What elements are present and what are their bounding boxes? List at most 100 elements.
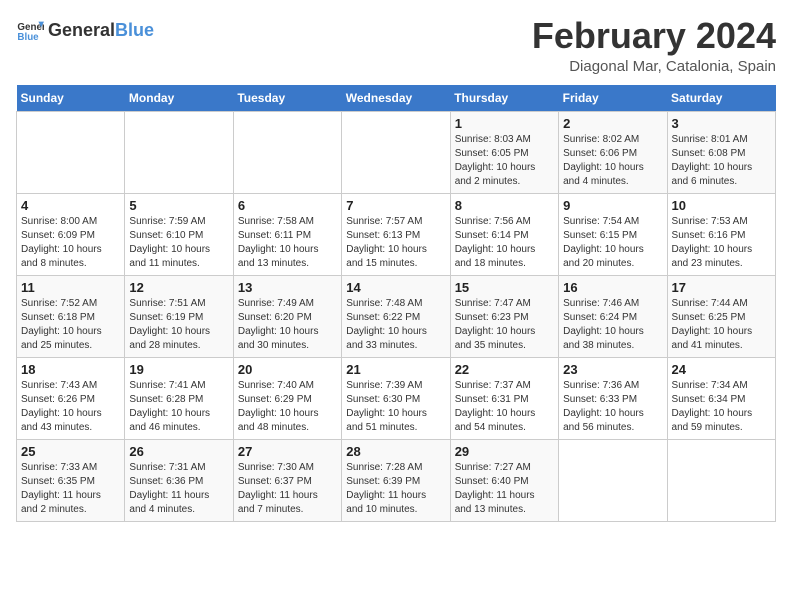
day-info: Sunrise: 7:49 AM Sunset: 6:20 PM Dayligh… [238,297,337,353]
day-cell [559,439,667,521]
column-header-sunday: Sunday [17,85,125,112]
day-number: 23 [563,362,662,377]
day-cell: 14Sunrise: 7:48 AM Sunset: 6:22 PM Dayli… [342,275,450,357]
day-info: Sunrise: 7:52 AM Sunset: 6:18 PM Dayligh… [21,297,120,353]
day-cell [342,111,450,193]
day-cell: 24Sunrise: 7:34 AM Sunset: 6:34 PM Dayli… [667,357,775,439]
day-info: Sunrise: 8:01 AM Sunset: 6:08 PM Dayligh… [672,133,771,189]
day-number: 29 [455,444,554,459]
day-number: 19 [129,362,228,377]
day-info: Sunrise: 8:02 AM Sunset: 6:06 PM Dayligh… [563,133,662,189]
day-cell: 28 Sunrise: 7:28 AM Sunset: 6:39 PM Dayli… [342,439,450,521]
day-cell: 29 Sunrise: 7:27 AM Sunset: 6:40 PM Dayli… [450,439,558,521]
calendar-table: SundayMondayTuesdayWednesdayThursdayFrid… [16,85,776,522]
day-cell [125,111,233,193]
day-cell: 26Sunrise: 7:31 AM Sunset: 6:36 PM Dayli… [125,439,233,521]
day-cell: 9Sunrise: 7:54 AM Sunset: 6:15 PM Daylig… [559,193,667,275]
day-info: Sunrise: 7:53 AM Sunset: 6:16 PM Dayligh… [672,215,771,271]
day-number: 18 [21,362,120,377]
day-number: 25 [21,444,120,459]
day-cell: 6Sunrise: 7:58 AM Sunset: 6:11 PM Daylig… [233,193,341,275]
day-info: Sunrise: 7:57 AM Sunset: 6:13 PM Dayligh… [346,215,445,271]
day-info: Sunrise: 7:28 AM Sunset: 6:39 PM Dayligh… [346,461,445,517]
day-number: 28 [346,444,445,459]
day-number: 16 [563,280,662,295]
day-info: Sunrise: 7:31 AM Sunset: 6:36 PM Dayligh… [129,461,228,517]
column-header-friday: Friday [559,85,667,112]
day-cell: 3 Sunrise: 8:01 AM Sunset: 6:08 PM Daylig… [667,111,775,193]
day-info: Sunrise: 7:51 AM Sunset: 6:19 PM Dayligh… [129,297,228,353]
column-header-wednesday: Wednesday [342,85,450,112]
day-number: 7 [346,198,445,213]
day-cell: 2 Sunrise: 8:02 AM Sunset: 6:06 PM Daylig… [559,111,667,193]
day-info: Sunrise: 7:33 AM Sunset: 6:35 PM Dayligh… [21,461,120,517]
day-number: 2 [563,116,662,131]
column-header-thursday: Thursday [450,85,558,112]
day-cell: 4 Sunrise: 8:00 AM Sunset: 6:09 PM Daylig… [17,193,125,275]
day-cell: 23 Sunrise: 7:36 AM Sunset: 6:33 PM Dayli… [559,357,667,439]
day-cell: 27Sunrise: 7:30 AM Sunset: 6:37 PM Dayli… [233,439,341,521]
day-cell: 12 Sunrise: 7:51 AM Sunset: 6:19 PM Dayli… [125,275,233,357]
day-cell: 1 Sunrise: 8:03 AM Sunset: 6:05 PM Daylig… [450,111,558,193]
day-info: Sunrise: 7:59 AM Sunset: 6:10 PM Dayligh… [129,215,228,271]
week-row-2: 4 Sunrise: 8:00 AM Sunset: 6:09 PM Daylig… [17,193,776,275]
day-cell: 17 Sunrise: 7:44 AM Sunset: 6:25 PM Dayli… [667,275,775,357]
day-cell: 13 Sunrise: 7:49 AM Sunset: 6:20 PM Dayli… [233,275,341,357]
day-info: Sunrise: 8:03 AM Sunset: 6:05 PM Dayligh… [455,133,554,189]
day-info: Sunrise: 7:40 AM Sunset: 6:29 PM Dayligh… [238,379,337,435]
day-cell: 15Sunrise: 7:47 AM Sunset: 6:23 PM Dayli… [450,275,558,357]
day-info: Sunrise: 7:41 AM Sunset: 6:28 PM Dayligh… [129,379,228,435]
day-number: 1 [455,116,554,131]
page-subtitle: Diagonal Mar, Catalonia, Spain [532,58,776,75]
day-cell: 20 Sunrise: 7:40 AM Sunset: 6:29 PM Dayli… [233,357,341,439]
column-header-saturday: Saturday [667,85,775,112]
title-area: February 2024 Diagonal Mar, Catalonia, S… [532,16,776,75]
day-number: 17 [672,280,771,295]
day-cell: 11Sunrise: 7:52 AM Sunset: 6:18 PM Dayli… [17,275,125,357]
logo: General Blue GeneralBlue [16,16,154,44]
day-info: Sunrise: 7:37 AM Sunset: 6:31 PM Dayligh… [455,379,554,435]
day-cell [17,111,125,193]
day-cell: 5 Sunrise: 7:59 AM Sunset: 6:10 PM Daylig… [125,193,233,275]
logo-general-text: General [48,20,115,41]
day-number: 22 [455,362,554,377]
logo-icon: General Blue [16,16,44,44]
column-header-monday: Monday [125,85,233,112]
week-row-1: 1 Sunrise: 8:03 AM Sunset: 6:05 PM Daylig… [17,111,776,193]
day-number: 4 [21,198,120,213]
day-info: Sunrise: 7:36 AM Sunset: 6:33 PM Dayligh… [563,379,662,435]
page-title: February 2024 [532,16,776,56]
day-info: Sunrise: 7:30 AM Sunset: 6:37 PM Dayligh… [238,461,337,517]
day-cell: 19 Sunrise: 7:41 AM Sunset: 6:28 PM Dayli… [125,357,233,439]
day-number: 12 [129,280,228,295]
column-header-tuesday: Tuesday [233,85,341,112]
day-number: 20 [238,362,337,377]
day-cell: 21Sunrise: 7:39 AM Sunset: 6:30 PM Dayli… [342,357,450,439]
day-number: 6 [238,198,337,213]
day-number: 3 [672,116,771,131]
day-info: Sunrise: 7:48 AM Sunset: 6:22 PM Dayligh… [346,297,445,353]
day-number: 24 [672,362,771,377]
day-cell: 22 Sunrise: 7:37 AM Sunset: 6:31 PM Dayli… [450,357,558,439]
day-cell [233,111,341,193]
svg-text:Blue: Blue [17,32,39,43]
calendar-header-row: SundayMondayTuesdayWednesdayThursdayFrid… [17,85,776,112]
day-info: Sunrise: 7:44 AM Sunset: 6:25 PM Dayligh… [672,297,771,353]
day-number: 21 [346,362,445,377]
calendar-body: 1 Sunrise: 8:03 AM Sunset: 6:05 PM Daylig… [17,111,776,521]
day-cell: 7 Sunrise: 7:57 AM Sunset: 6:13 PM Daylig… [342,193,450,275]
day-cell: 10Sunrise: 7:53 AM Sunset: 6:16 PM Dayli… [667,193,775,275]
day-number: 13 [238,280,337,295]
day-info: Sunrise: 7:54 AM Sunset: 6:15 PM Dayligh… [563,215,662,271]
day-info: Sunrise: 7:27 AM Sunset: 6:40 PM Dayligh… [455,461,554,517]
day-info: Sunrise: 7:47 AM Sunset: 6:23 PM Dayligh… [455,297,554,353]
logo-blue-text: Blue [115,20,154,41]
day-cell: 18 Sunrise: 7:43 AM Sunset: 6:26 PM Dayli… [17,357,125,439]
day-info: Sunrise: 7:46 AM Sunset: 6:24 PM Dayligh… [563,297,662,353]
day-cell [667,439,775,521]
day-info: Sunrise: 8:00 AM Sunset: 6:09 PM Dayligh… [21,215,120,271]
day-number: 5 [129,198,228,213]
day-cell: 16 Sunrise: 7:46 AM Sunset: 6:24 PM Dayli… [559,275,667,357]
day-info: Sunrise: 7:43 AM Sunset: 6:26 PM Dayligh… [21,379,120,435]
day-info: Sunrise: 7:56 AM Sunset: 6:14 PM Dayligh… [455,215,554,271]
